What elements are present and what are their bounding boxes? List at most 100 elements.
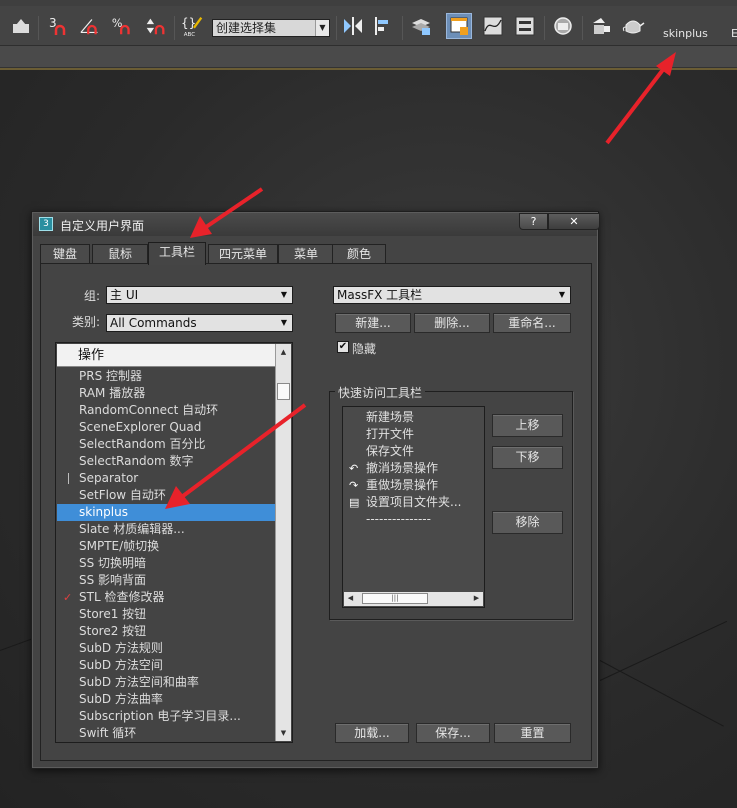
spinner-snap-icon[interactable] <box>142 13 168 39</box>
toolbar-trailing-label[interactable]: E <box>731 27 737 40</box>
percent-snap-icon[interactable]: % <box>110 13 136 39</box>
chevron-down-icon[interactable]: ▼ <box>555 288 569 302</box>
save-button[interactable]: 保存... <box>416 723 490 743</box>
edit-named-selection-icon[interactable]: {} ABC <box>180 13 206 39</box>
named-selection-set-combo[interactable]: 创建选择集 ▼ <box>212 19 330 37</box>
action-item-label: RAM 播放器 <box>79 386 146 400</box>
quick-access-title: 快速访问工具栏 <box>335 384 426 401</box>
load-button[interactable]: 加载... <box>335 723 409 743</box>
quick-access-scrollbar[interactable]: ◀ ||| ▶ <box>344 592 483 606</box>
chevron-down-icon[interactable]: ▼ <box>277 316 291 330</box>
ribbon-strip <box>0 46 737 68</box>
move-down-button[interactable]: 下移 <box>492 446 563 469</box>
list-item[interactable]: SubD 方法曲率 <box>57 691 275 708</box>
scroll-left-icon[interactable]: ◀ <box>344 592 357 605</box>
dialog-titlebar[interactable]: 3 自定义用户界面 ? ✕ <box>33 213 600 236</box>
angle-snap-icon[interactable] <box>78 13 104 39</box>
curve-editor-icon[interactable] <box>480 13 506 39</box>
list-item[interactable]: ✓ STL 检查修改器 <box>57 589 275 606</box>
layer-manager-icon[interactable] <box>408 13 434 39</box>
render-teapot-icon[interactable] <box>620 13 646 39</box>
skinplus-toolbar-button[interactable]: skinplus <box>663 27 708 40</box>
quick-access-item[interactable]: ↶ 撤消场景操作 <box>343 460 484 477</box>
list-item[interactable]: SS 切换明暗 <box>57 555 275 572</box>
chevron-down-icon[interactable]: ▼ <box>315 20 329 36</box>
scroll-down-icon[interactable]: ▼ <box>276 725 291 741</box>
mirror-icon[interactable] <box>340 13 366 39</box>
list-item[interactable]: SubD 方法空间和曲率 <box>57 674 275 691</box>
scene-explorer-icon[interactable] <box>446 13 472 39</box>
quick-access-item-label: --------------- <box>366 512 431 526</box>
snap-3d-icon[interactable]: 3 <box>46 13 72 39</box>
list-item[interactable]: SelectRandom 百分比 <box>57 436 275 453</box>
action-list-scrollbar[interactable]: ▲ ▼ <box>275 344 291 741</box>
list-item[interactable]: RandomConnect 自动环 <box>57 402 275 419</box>
hide-checkbox[interactable]: ✔ <box>337 341 349 353</box>
list-item[interactable]: Store2 按钮 <box>57 623 275 640</box>
list-item[interactable]: Separator <box>57 470 275 487</box>
tab-toolbars[interactable]: 工具栏 <box>148 242 206 265</box>
list-item[interactable]: SelectRandom 数字 <box>57 453 275 470</box>
help-button[interactable]: ? <box>519 213 548 230</box>
list-item[interactable]: SS 影响背面 <box>57 572 275 589</box>
chevron-down-icon[interactable]: ▼ <box>277 288 291 302</box>
material-editor-icon[interactable] <box>550 13 576 39</box>
tab-colors[interactable]: 颜色 <box>332 244 386 264</box>
scroll-thumb[interactable]: ||| <box>362 593 428 604</box>
align-icon[interactable] <box>370 13 396 39</box>
remove-button[interactable]: 移除 <box>492 511 563 534</box>
render-setup-icon[interactable] <box>588 13 614 39</box>
action-item-label: SelectRandom 数字 <box>79 454 194 468</box>
list-item[interactable]: RAM 播放器 <box>57 385 275 402</box>
save-icon[interactable] <box>8 13 34 39</box>
rename-toolbar-button[interactable]: 重命名... <box>493 313 571 333</box>
new-toolbar-button[interactable]: 新建... <box>335 313 411 333</box>
list-item[interactable]: SceneExplorer Quad <box>57 419 275 436</box>
action-item-label: Subscription 电子学习目录... <box>79 709 241 723</box>
list-item[interactable]: Subscription 电子学习目录... <box>57 708 275 725</box>
list-item[interactable]: SubD 方法规则 <box>57 640 275 657</box>
action-list[interactable]: 操作 PRS 控制器 RAM 播放器 RandomConnect 自动环 SceneE… <box>55 342 293 743</box>
quick-access-item[interactable]: 新建场景 <box>343 409 484 426</box>
list-item[interactable]: SubD 方法空间 <box>57 657 275 674</box>
delete-toolbar-button[interactable]: 删除... <box>414 313 490 333</box>
reset-button[interactable]: 重置 <box>494 723 571 743</box>
schematic-view-icon[interactable] <box>512 13 538 39</box>
separator-icon <box>68 473 69 484</box>
action-item-label: SS 影响背面 <box>79 573 147 587</box>
move-up-button[interactable]: 上移 <box>492 414 563 437</box>
list-item[interactable]: Slate 材质编辑器... <box>57 521 275 538</box>
stl-check-icon: ✓ <box>63 591 73 604</box>
hide-checkbox-label: 隐藏 <box>352 342 377 356</box>
svg-text:ABC: ABC <box>184 32 195 38</box>
quick-access-item[interactable]: ↷ 重做场景操作 <box>343 477 484 494</box>
quick-access-list[interactable]: 新建场景 打开文件 保存文件 ↶ 撤消场景操作 ↷ 重做场景操作 ▤ 设置项目文件夹... ---… <box>342 406 485 608</box>
grid-line <box>599 620 728 681</box>
quick-access-item[interactable]: --------------- <box>343 511 484 528</box>
group-label: 组: <box>83 289 100 303</box>
tab-menus[interactable]: 菜单 <box>278 244 334 264</box>
list-item[interactable]: SetFlow 自动环 <box>57 487 275 504</box>
toolbar-combo[interactable]: MassFX 工具栏 ▼ <box>333 286 571 304</box>
tab-keyboard[interactable]: 键盘 <box>40 244 90 264</box>
scroll-right-icon[interactable]: ▶ <box>470 592 483 605</box>
category-combo[interactable]: All Commands ▼ <box>106 314 293 332</box>
action-item-label: Slate 材质编辑器... <box>79 522 185 536</box>
tab-quad-menus[interactable]: 四元菜单 <box>208 244 278 264</box>
scroll-thumb[interactable] <box>277 383 290 400</box>
quick-access-item[interactable]: ▤ 设置项目文件夹... <box>343 494 484 511</box>
action-item-label: SubD 方法空间和曲率 <box>79 675 199 689</box>
action-item-label: SceneExplorer Quad <box>79 420 202 434</box>
action-item-skinplus[interactable]: skinplus <box>57 504 275 521</box>
list-item[interactable]: Store1 按钮 <box>57 606 275 623</box>
quick-access-item[interactable]: 保存文件 <box>343 443 484 460</box>
action-item-label: RandomConnect 自动环 <box>79 403 219 417</box>
group-combo[interactable]: 主 UI ▼ <box>106 286 293 304</box>
list-item[interactable]: Swift 循环 <box>57 725 275 742</box>
quick-access-item[interactable]: 打开文件 <box>343 426 484 443</box>
scroll-up-icon[interactable]: ▲ <box>276 344 291 360</box>
list-item[interactable]: PRS 控制器 <box>57 368 275 385</box>
tab-mouse[interactable]: 鼠标 <box>92 244 148 264</box>
list-item[interactable]: SMPTE/帧切换 <box>57 538 275 555</box>
close-icon[interactable]: ✕ <box>548 213 600 230</box>
